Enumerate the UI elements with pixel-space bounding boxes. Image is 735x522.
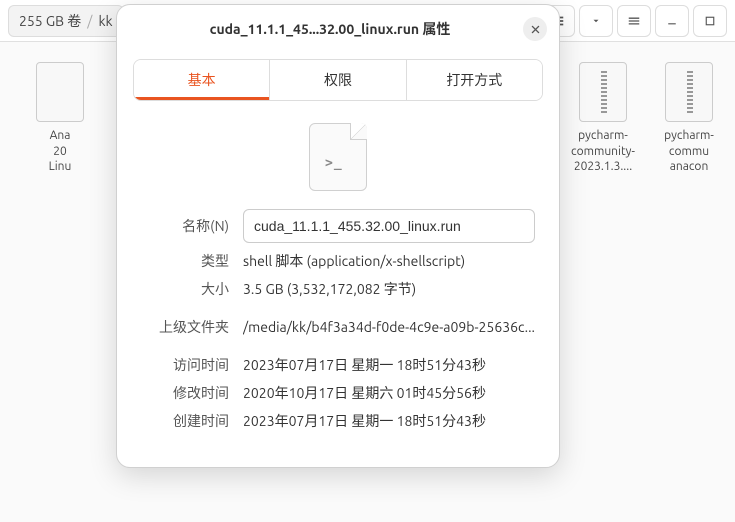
value-parent: /media/kk/b4f3a34d-f0de-4c9e-a09b-25636c… [243, 319, 535, 335]
row-type: 类型 shell 脚本 (application/x-shellscript) [141, 251, 535, 271]
value-ctime: 2023年07月17日 星期一 18时51分43秒 [243, 411, 535, 431]
breadcrumb-folder: kk [98, 13, 112, 29]
properties-dialog: cuda_11.1.1_45...32.00_linux.run 属性 基本 权… [116, 4, 560, 468]
label-mtime: 修改时间 [141, 383, 229, 403]
chevron-down-icon [591, 16, 601, 26]
row-atime: 访问时间 2023年07月17日 星期一 18时51分43秒 [141, 355, 535, 375]
row-name: 名称(N) [141, 209, 535, 243]
row-mtime: 修改时间 2020年10月17日 星期六 01时45分56秒 [141, 383, 535, 403]
breadcrumb[interactable]: 255 GB 卷 / kk [8, 5, 124, 37]
row-parent: 上级文件夹 /media/kk/b4f3a34d-f0de-4c9e-a09b-… [141, 317, 535, 337]
row-size: 大小 3.5 GB (3,532,172,082 字节) [141, 279, 535, 299]
shell-script-icon [309, 123, 367, 191]
row-ctime: 创建时间 2023年07月17日 星期一 18时51分43秒 [141, 411, 535, 431]
dialog-header: cuda_11.1.1_45...32.00_linux.run 属性 [117, 5, 559, 53]
breadcrumb-separator: / [83, 13, 96, 29]
file-label: pycharm- community- 2023.1.3.... [571, 129, 635, 173]
dialog-title: cuda_11.1.1_45...32.00_linux.run 属性 [137, 19, 523, 39]
hamburger-icon [627, 14, 641, 28]
label-size: 大小 [141, 279, 229, 299]
name-input[interactable] [243, 209, 535, 243]
label-ctime: 创建时间 [141, 411, 229, 431]
value-type: shell 脚本 (application/x-shellscript) [243, 251, 535, 271]
file-label: Ana 20 Linu [49, 129, 72, 173]
file-item[interactable]: Ana 20 Linu [16, 62, 104, 175]
file-preview [117, 123, 559, 191]
file-label: pycharm- commu anacon [664, 129, 714, 173]
view-dropdown-button[interactable] [579, 5, 613, 37]
maximize-icon [704, 15, 716, 27]
file-item[interactable]: pycharm- commu anacon [659, 62, 719, 175]
menu-button[interactable] [617, 5, 651, 37]
maximize-button[interactable] [693, 5, 727, 37]
tab-open-with[interactable]: 打开方式 [407, 60, 542, 100]
tab-bar: 基本 权限 打开方式 [133, 59, 543, 101]
label-atime: 访问时间 [141, 355, 229, 375]
archive-icon [579, 62, 627, 122]
close-icon [530, 24, 541, 35]
tab-permissions[interactable]: 权限 [270, 60, 406, 100]
label-parent: 上级文件夹 [141, 317, 229, 337]
file-icon [36, 62, 84, 122]
fields: 名称(N) 类型 shell 脚本 (application/x-shellsc… [117, 209, 559, 467]
value-size: 3.5 GB (3,532,172,082 字节) [243, 279, 535, 299]
close-button[interactable] [523, 17, 547, 41]
breadcrumb-volume: 255 GB 卷 [19, 11, 81, 31]
archive-icon [665, 62, 713, 122]
tab-basic[interactable]: 基本 [134, 60, 270, 100]
value-atime: 2023年07月17日 星期一 18时51分43秒 [243, 355, 535, 375]
label-type: 类型 [141, 251, 229, 271]
file-item[interactable]: pycharm- community- 2023.1.3.... [559, 62, 647, 175]
minimize-button[interactable] [655, 5, 689, 37]
minimize-icon [666, 15, 678, 27]
label-name: 名称(N) [141, 216, 229, 236]
value-mtime: 2020年10月17日 星期六 01时45分56秒 [243, 383, 535, 403]
